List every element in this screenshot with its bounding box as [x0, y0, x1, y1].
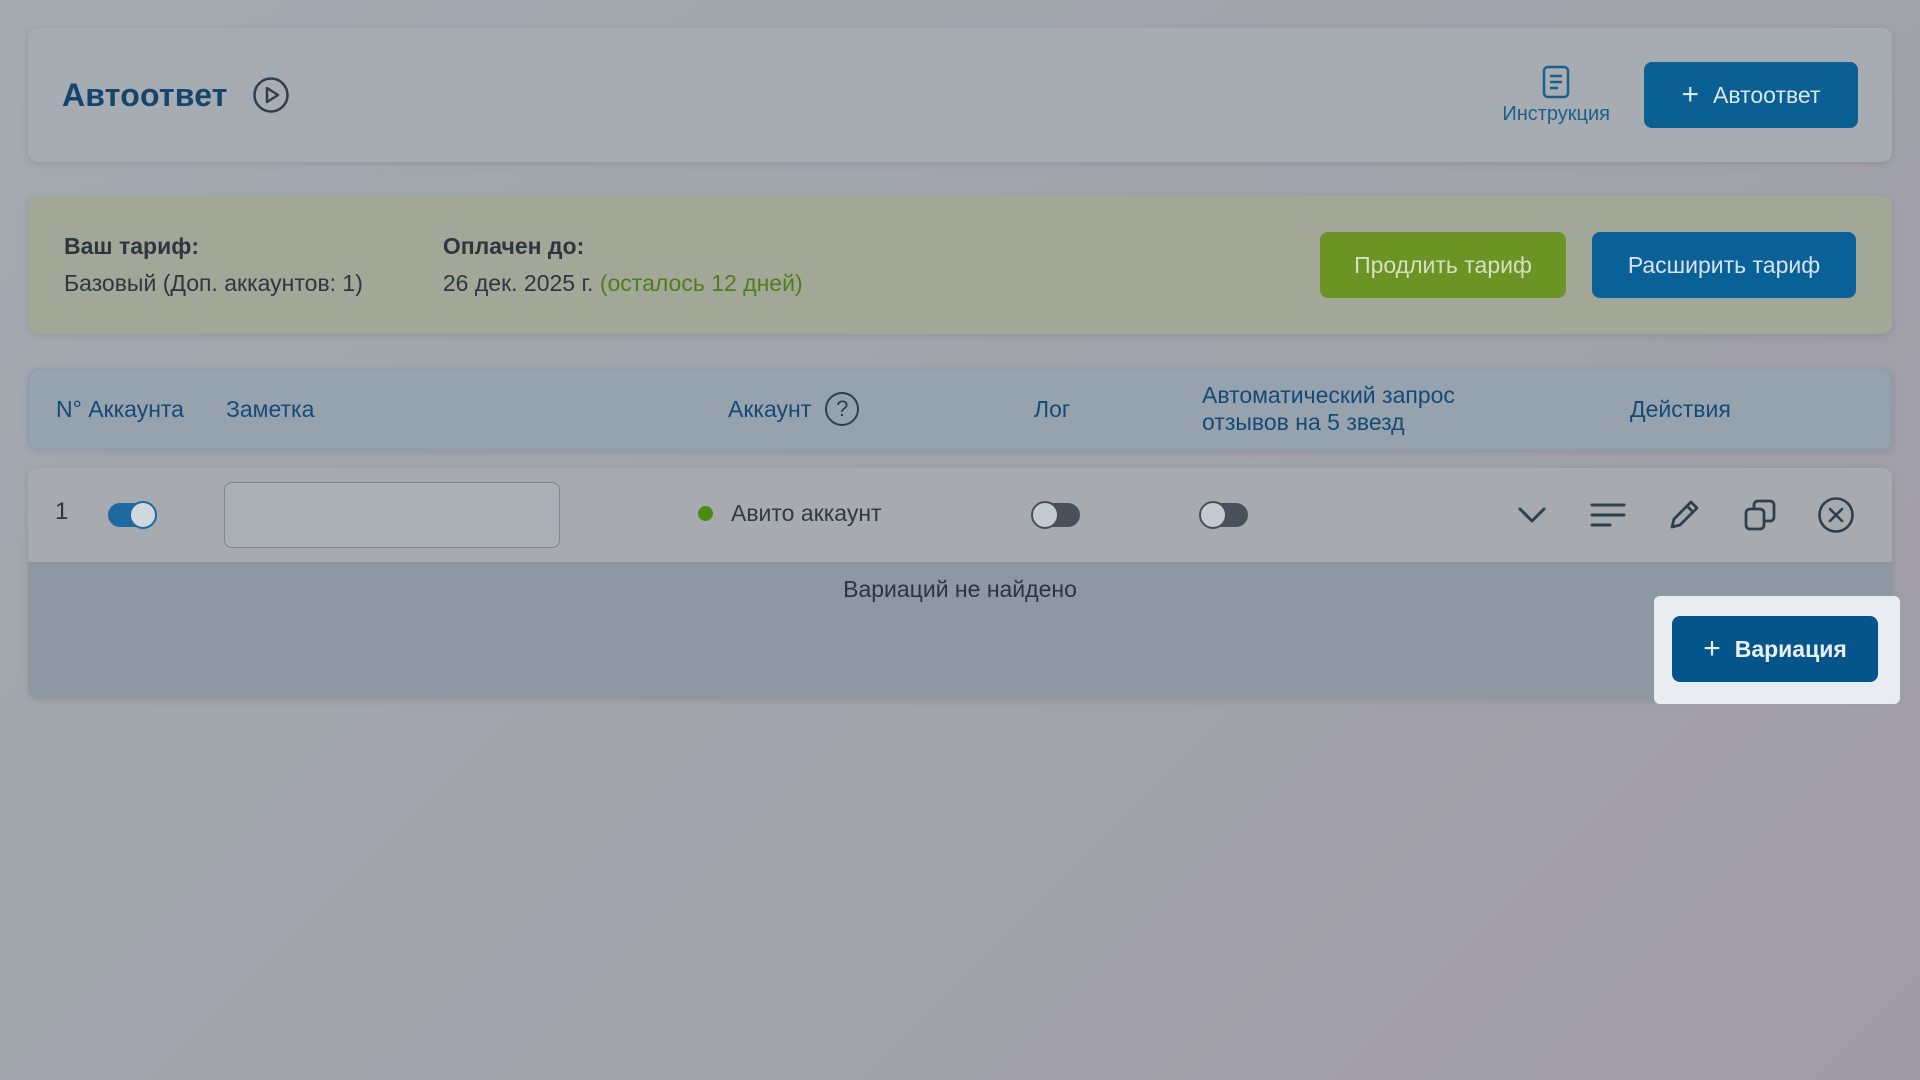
column-header-auto-review-line1: Автоматический запрос	[1202, 382, 1455, 408]
row-number: 1	[55, 498, 69, 525]
play-circle-icon[interactable]	[252, 76, 290, 114]
account-row-card: 1 Авито аккаунт Вариаций не найдено	[28, 468, 1892, 698]
page-title: Автоответ	[62, 76, 228, 113]
chevron-down-icon[interactable]	[1512, 495, 1552, 535]
auto-review-toggle[interactable]	[1199, 501, 1248, 529]
column-header-account-no: N° Аккаунта	[56, 395, 184, 422]
plus-icon: +	[1681, 78, 1700, 111]
column-header-note: Заметка	[226, 395, 315, 422]
column-header-log: Лог	[1034, 395, 1071, 422]
log-toggle[interactable]	[1031, 501, 1080, 529]
add-autoresponse-label: Автоответ	[1713, 81, 1821, 108]
question-icon[interactable]: ?	[825, 392, 860, 426]
add-variation-button[interactable]: + Вариация	[1672, 616, 1878, 682]
pencil-icon[interactable]	[1664, 495, 1704, 535]
extend-tariff-button[interactable]: Продлить тариф	[1320, 232, 1566, 298]
status-dot	[698, 506, 713, 521]
list-lines-icon[interactable]	[1588, 495, 1628, 535]
column-header-actions: Действия	[1630, 395, 1731, 422]
instruction-link[interactable]: Инструкция	[1502, 65, 1610, 126]
tariff-value: Базовый (Доп. аккаунтов: 1)	[64, 270, 363, 296]
tariff-info: Ваш тариф: Базовый (Доп. аккаунтов: 1)	[64, 233, 363, 297]
header-card: Автоответ Инструкция + Автоответ	[28, 28, 1892, 162]
account-name: Авито аккаунт	[731, 500, 882, 526]
days-remaining: (осталось 12 дней)	[599, 270, 803, 296]
expand-tariff-button[interactable]: Расширить тариф	[1592, 232, 1856, 298]
paid-date: 26 дек. 2025 г.	[442, 270, 594, 296]
column-header-auto-review-line2: отзывов на 5 звезд	[1202, 409, 1405, 435]
plus-icon: +	[1703, 632, 1721, 665]
table-header: N° Аккаунта Заметка Аккаунт ? Лог Автома…	[28, 368, 1892, 450]
instruction-label: Инструкция	[1502, 102, 1610, 125]
add-autoresponse-button[interactable]: + Автоответ	[1644, 62, 1858, 128]
column-header-auto-review: Автоматический запрос отзывов на 5 звезд	[1202, 370, 1455, 448]
close-circle-icon[interactable]	[1816, 495, 1856, 535]
column-header-account-label: Аккаунт	[728, 395, 812, 422]
column-header-account: Аккаунт ?	[728, 370, 860, 448]
document-icon	[1542, 65, 1570, 98]
paid-value: 26 дек. 2025 г. (осталось 12 дней)	[443, 270, 803, 297]
tariff-label: Ваш тариф:	[64, 233, 199, 259]
tariff-card: Ваш тариф: Базовый (Доп. аккаунтов: 1) О…	[28, 196, 1892, 334]
copy-icon[interactable]	[1740, 495, 1780, 535]
account-cell: Авито аккаунт	[698, 500, 882, 527]
paid-info: Оплачен до: 26 дек. 2025 г. (осталось 12…	[443, 233, 803, 297]
note-input[interactable]	[224, 482, 560, 548]
row-enabled-toggle[interactable]	[108, 501, 157, 529]
paid-label: Оплачен до:	[442, 233, 585, 259]
add-variation-highlight: + Вариация	[1654, 596, 1900, 704]
add-variation-label: Вариация	[1734, 635, 1847, 662]
table-row: 1 Авито аккаунт	[28, 468, 1892, 562]
variations-empty-text: Вариаций не найдено	[843, 576, 1077, 602]
